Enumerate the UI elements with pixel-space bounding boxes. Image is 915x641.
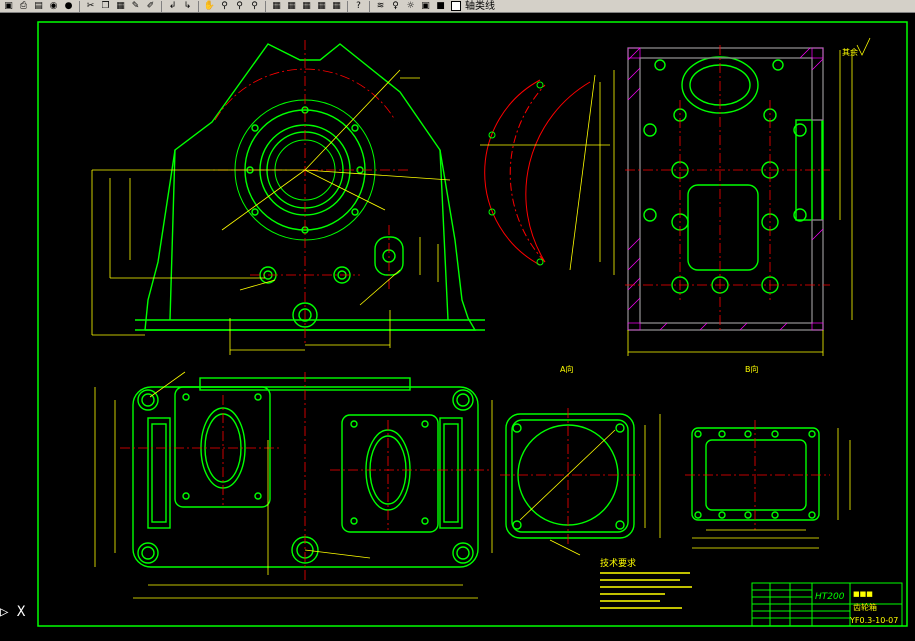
match-properties-icon[interactable]: ✎ [129,1,142,12]
command-prompt[interactable]: ▷ X [0,604,25,620]
plan-view-dimensions [94,371,493,599]
front-view-centerlines [200,40,410,345]
view-b [691,427,820,521]
view-b-label: B向 [745,364,759,374]
zoom-realtime-icon[interactable]: ⚲ [218,1,231,12]
toolbar-separator [79,0,80,12]
view-a-dimensions [519,414,661,556]
view-b-centerlines [685,420,830,530]
plan-view [132,377,479,568]
zoom-previous-icon[interactable]: ⚲ [248,1,261,12]
properties-icon[interactable]: ▦ [270,1,283,12]
layer-name-dropdown[interactable]: 轴类线 [465,1,495,12]
tech-requirements: 技术要求 [600,557,692,609]
layer-lock-icon[interactable]: ▣ [419,1,432,12]
view-a-label: A向 [560,364,573,374]
toolbar-separator [198,0,199,12]
paste-icon[interactable]: ▦ [114,1,127,12]
help-icon[interactable]: ? [352,1,365,12]
layer-freeze-icon[interactable]: ☼ [404,1,417,12]
undo-icon[interactable]: ↲ [166,1,179,12]
roughness-label: 其余 [842,47,858,57]
markup-icon[interactable]: ▦ [315,1,328,12]
layer-color-icon[interactable]: ■ [434,1,447,12]
publish-icon[interactable]: ◉ [47,1,60,12]
toolbar-separator [161,0,162,12]
roughness-symbol [856,37,871,56]
toolbar-separator [265,0,266,12]
outer-frame [37,21,908,627]
pan-icon[interactable]: ✋ [203,1,216,12]
material-label: HT200 [815,592,845,602]
drawing-canvas[interactable]: 技术要求 HT200 ■■■ 齿轮箱 YF0.3-10-07 A向 B向 其余 [0,13,915,637]
block-editor-icon[interactable]: ✐ [144,1,157,12]
preview-icon[interactable]: ▤ [32,1,45,12]
section-view-dimensions [627,50,853,356]
print-icon[interactable]: ⎙ [17,1,30,12]
standard-toolbar: ▣ ⎙ ▤ ◉ ● ✂ ❐ ▦ ✎ ✐ ↲ ↳ ✋ ⚲ ⚲ ⚲ ▦ ▦ ▦ ▦ ▦? ≋ ♀ ☼ ▣ ■ 轴类线 [0,0,915,13]
flange-arc-view [480,70,615,275]
view-a [505,413,635,539]
tool-palettes-icon[interactable]: ▦ [300,1,313,12]
view-b-dimensions [692,428,851,549]
copy-icon[interactable]: ❐ [99,1,112,12]
cut-icon[interactable]: ✂ [84,1,97,12]
part-name: 齿轮箱 [853,602,877,612]
toolbar-separator [369,0,370,12]
redo-icon[interactable]: ↳ [181,1,194,12]
globe-icon[interactable]: ● [62,1,75,12]
section-view-hatch [627,47,824,331]
calculator-icon[interactable]: ▦ [330,1,343,12]
toolbar-separator [347,0,348,12]
title-block-cell: ■■■ [853,590,873,598]
cad-drawing: 技术要求 HT200 ■■■ 齿轮箱 YF0.3-10-07 A向 B向 其余 [37,21,908,627]
save-icon[interactable]: ▣ [2,1,15,12]
drawing-number: YF0.3-10-07 [849,616,898,625]
front-view-dimensions [91,69,451,355]
layer-checkbox[interactable] [451,1,461,11]
tech-requirements-title: 技术要求 [600,557,636,569]
front-view [135,43,485,331]
layer-on-icon[interactable]: ♀ [389,1,402,12]
layer-icon[interactable]: ≋ [374,1,387,12]
section-view [627,47,824,331]
zoom-window-icon[interactable]: ⚲ [233,1,246,12]
design-center-icon[interactable]: ▦ [285,1,298,12]
